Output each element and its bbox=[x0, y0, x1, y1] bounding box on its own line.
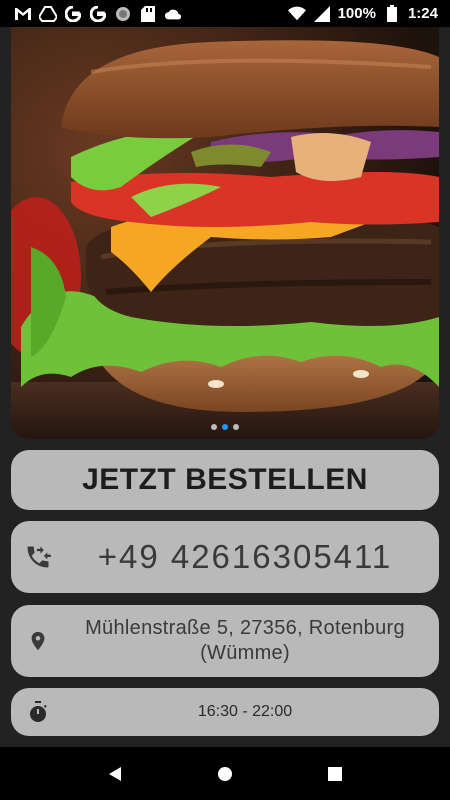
drive-icon bbox=[39, 5, 57, 23]
phone-number: +49 42616305411 bbox=[97, 538, 393, 575]
opening-hours: 16:30 - 22:00 bbox=[197, 703, 293, 720]
opening-hours-card[interactable]: 16:30 - 22:00 bbox=[11, 688, 439, 736]
phone-card[interactable]: +49 42616305411 bbox=[11, 521, 439, 593]
burger-photo bbox=[11, 27, 439, 439]
google-icon bbox=[64, 5, 82, 23]
carousel-dot-active[interactable] bbox=[222, 424, 228, 430]
battery-icon bbox=[383, 5, 401, 23]
address-text: Mühlenstraße 5, 27356, Rotenburg (Wümme) bbox=[11, 616, 439, 666]
clock: 1:24 bbox=[407, 5, 438, 22]
address-card[interactable]: Mühlenstraße 5, 27356, Rotenburg (Wümme) bbox=[11, 605, 439, 677]
google-icon bbox=[89, 5, 107, 23]
address-line-2: (Wümme) bbox=[200, 642, 290, 664]
location-pin-icon bbox=[23, 626, 53, 656]
circle-app-icon bbox=[114, 5, 132, 23]
phone-forward-icon bbox=[23, 542, 53, 572]
sd-card-icon bbox=[139, 5, 157, 23]
notification-icons bbox=[14, 5, 182, 23]
battery-percent: 100% bbox=[337, 5, 376, 22]
system-status: 100% 1:24 bbox=[287, 5, 438, 23]
cloud-icon bbox=[164, 5, 182, 23]
carousel-dot[interactable] bbox=[233, 424, 239, 430]
signal-icon bbox=[313, 5, 331, 23]
order-now-button[interactable]: JETZT BESTELLEN bbox=[11, 450, 439, 510]
recents-icon[interactable] bbox=[320, 759, 350, 789]
timer-icon bbox=[23, 697, 53, 727]
wifi-icon bbox=[287, 5, 306, 23]
carousel-dot[interactable] bbox=[211, 424, 217, 430]
navigation-bar bbox=[0, 747, 450, 800]
home-icon[interactable] bbox=[210, 759, 240, 789]
carousel-indicator bbox=[11, 424, 439, 430]
back-icon[interactable] bbox=[100, 759, 130, 789]
address-line-1: Mühlenstraße 5, 27356, Rotenburg bbox=[85, 617, 405, 639]
hero-image-carousel[interactable] bbox=[11, 27, 439, 439]
status-bar: 100% 1:24 bbox=[0, 0, 450, 27]
gmail-icon bbox=[14, 5, 32, 23]
order-now-label: JETZT BESTELLEN bbox=[82, 463, 368, 496]
